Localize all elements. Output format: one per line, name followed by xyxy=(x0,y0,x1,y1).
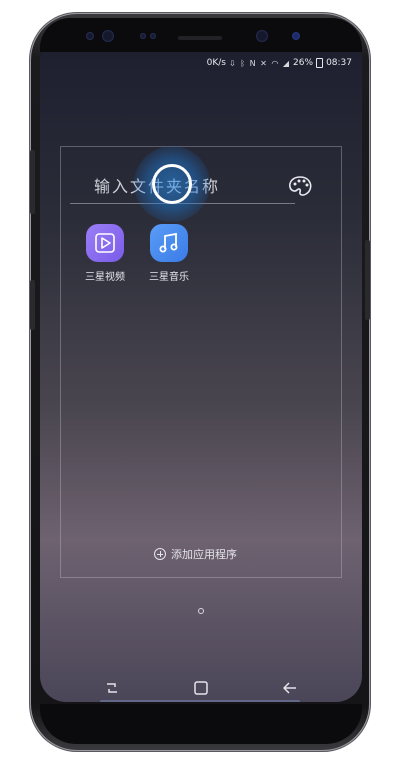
network-speed: 0K/s xyxy=(206,58,226,68)
nfc-icon: N xyxy=(249,58,257,68)
earpiece-speaker xyxy=(178,36,222,40)
wifi-icon: ◠ xyxy=(271,58,280,68)
screen-edge-glow xyxy=(100,700,300,702)
status-icons: ⇩ ᛒ N ✕ ◠ ◢ xyxy=(229,59,290,68)
back-button[interactable] xyxy=(280,678,300,698)
nav-bar xyxy=(40,674,362,702)
home-icon xyxy=(194,681,208,695)
battery-percent: 26% xyxy=(293,58,314,68)
palette-icon xyxy=(289,176,312,196)
sensor-dot xyxy=(140,33,146,39)
add-circle-icon xyxy=(154,548,166,560)
add-apps-label: 添加应用程序 xyxy=(171,548,237,561)
mute-icon: ✕ xyxy=(260,58,268,68)
sensor-dot xyxy=(86,32,94,40)
app-label: 三星音乐 xyxy=(149,272,189,283)
volume-button xyxy=(30,280,35,330)
page-indicator-dot[interactable] xyxy=(198,608,204,614)
recents-icon xyxy=(107,683,117,693)
screen: 0K/s ⇩ ᛒ N ✕ ◠ ◢ 26% 08:37 输入文件夹名称 xyxy=(40,52,362,702)
power-button xyxy=(365,240,370,320)
iris-sensor xyxy=(102,30,114,42)
app-label: 三星视频 xyxy=(85,272,125,283)
iris-camera xyxy=(292,32,300,40)
bluetooth-icon: ᛒ xyxy=(240,58,247,68)
recents-button[interactable] xyxy=(102,678,122,698)
sensor-dot xyxy=(150,33,156,39)
front-camera xyxy=(256,30,268,42)
home-button[interactable] xyxy=(191,678,211,698)
add-apps-button[interactable]: 添加应用程序 xyxy=(154,546,237,562)
palette-button[interactable] xyxy=(287,175,313,197)
app-samsung-video[interactable]: 三星视频 xyxy=(77,224,133,283)
download-icon: ⇩ xyxy=(228,58,237,68)
app-samsung-music[interactable]: 三星音乐 xyxy=(141,224,197,283)
signal-icon: ◢ xyxy=(282,58,291,68)
clock: 08:37 xyxy=(326,58,352,68)
music-note-icon xyxy=(150,224,188,262)
battery-icon xyxy=(316,58,324,68)
folder-panel xyxy=(60,146,342,578)
back-icon xyxy=(283,682,296,694)
status-bar: 0K/s ⇩ ᛒ N ✕ ◠ ◢ 26% 08:37 xyxy=(40,52,362,74)
video-play-icon xyxy=(86,224,124,262)
bixby-button xyxy=(30,150,35,214)
touch-indicator xyxy=(152,164,192,204)
bottom-bezel xyxy=(40,704,362,744)
